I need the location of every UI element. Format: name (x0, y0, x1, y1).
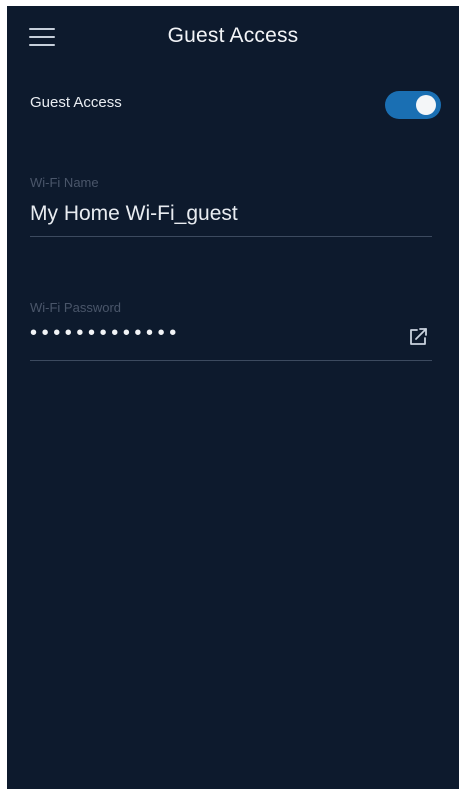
guest-access-screen: Guest Access Guest Access Wi-Fi Name My … (7, 6, 459, 789)
wifi-name-label: Wi-Fi Name (30, 175, 99, 190)
wifi-password-underline (30, 360, 432, 361)
guest-access-toggle[interactable] (385, 91, 441, 119)
wifi-name-value[interactable]: My Home Wi-Fi_guest (30, 202, 238, 226)
wifi-name-underline (30, 236, 432, 237)
header-bar: Guest Access (7, 6, 459, 68)
external-edit-icon[interactable] (406, 325, 430, 349)
page-title: Guest Access (167, 24, 299, 47)
wifi-password-value[interactable]: ••••••••••••• (30, 322, 181, 345)
wifi-password-label: Wi-Fi Password (30, 300, 122, 315)
guest-access-label: Guest Access (30, 94, 122, 111)
toggle-knob (416, 95, 436, 115)
